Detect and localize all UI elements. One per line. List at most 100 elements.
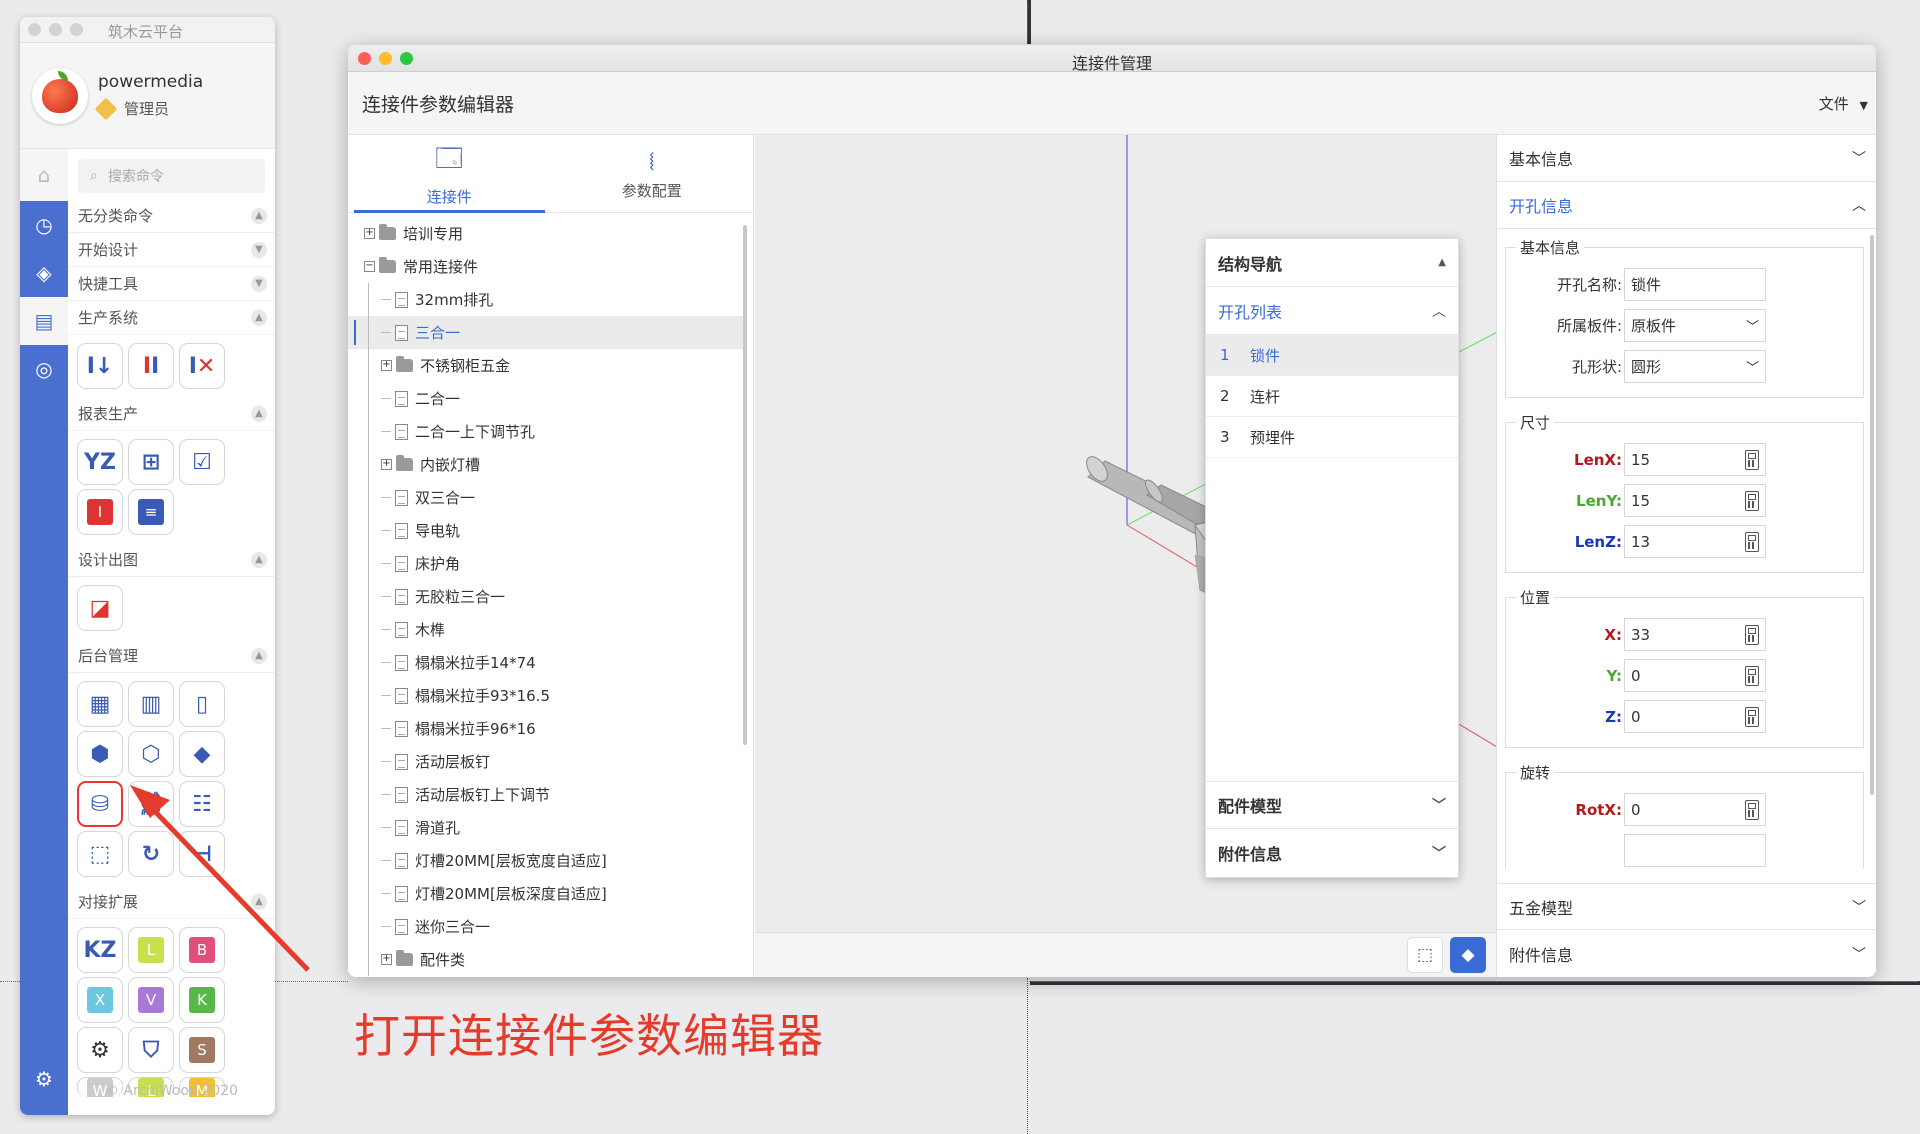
link-icon[interactable]: ⛓ [128, 781, 174, 827]
parts-model-header[interactable]: 配件模型 ﹀ [1206, 781, 1458, 829]
clock-icon[interactable]: ◷ [20, 201, 68, 249]
drawing-icon[interactable]: ◪ [77, 585, 123, 631]
tree-item[interactable]: 三合一 [348, 316, 743, 349]
tree-item[interactable]: 无胶粒三合一 [348, 580, 743, 613]
expand-icon[interactable]: + [381, 954, 392, 965]
pos-z-field[interactable]: 0 [1624, 700, 1766, 733]
calculator-icon[interactable] [1745, 490, 1759, 511]
door-icon[interactable]: ▯ [179, 681, 225, 727]
rotate-icon[interactable]: ↻ [128, 831, 174, 877]
property-scrollbar[interactable] [1870, 235, 1874, 795]
cube-icon[interactable]: ◈ [20, 249, 68, 297]
tree-item[interactable]: 活动层板钉上下调节 [348, 778, 743, 811]
tool-b-icon[interactable]: II [128, 343, 174, 389]
ext-x-button[interactable]: X [77, 977, 123, 1023]
tree-item[interactable]: 床护角 [348, 547, 743, 580]
tree-item[interactable]: 榻榻米拉手14*74 [348, 646, 743, 679]
connector-editor-button[interactable]: ⛁ [77, 781, 123, 827]
shape-select[interactable]: 圆形 ﹀ [1624, 350, 1766, 383]
tree-item[interactable]: 滑道孔 [348, 811, 743, 844]
tree-item[interactable]: − 常用连接件 [348, 250, 743, 283]
box-export-icon[interactable]: ⬚ [77, 831, 123, 877]
calculator-icon[interactable] [1745, 449, 1759, 470]
calculator-icon[interactable] [1745, 799, 1759, 820]
tree-item[interactable]: 榻榻米拉手96*16 [348, 712, 743, 745]
rotx-field[interactable]: 0 [1624, 793, 1766, 826]
production-icon[interactable]: ▤ [20, 297, 68, 345]
section-report[interactable]: 报表生产 ▲ [68, 397, 275, 431]
zoom-dot[interactable] [70, 23, 83, 36]
tree-item[interactable]: 榻榻米拉手93*16.5 [348, 679, 743, 712]
file-menu[interactable]: 文件 ▼ [1819, 93, 1868, 114]
calculator-icon[interactable] [1745, 706, 1759, 727]
attach-info-header-right[interactable]: 附件信息 ﹀ [1497, 930, 1876, 977]
ext-s-button[interactable]: S [179, 1027, 225, 1073]
hole-item[interactable]: 3 预埋件 [1206, 417, 1458, 458]
expand-icon[interactable]: + [381, 360, 392, 371]
layout-icon[interactable]: ▦ [77, 681, 123, 727]
tree-item[interactable]: 灯槽20MM[层板宽度自适应] [348, 844, 743, 877]
hole-info-header[interactable]: 开孔信息 ︿ [1497, 182, 1876, 229]
presentation-icon[interactable]: ⊞ [128, 439, 174, 485]
collapse-icon[interactable]: − [364, 261, 375, 272]
tool-c-icon[interactable]: I ✕ [179, 343, 225, 389]
ext-k-button[interactable]: K [179, 977, 225, 1023]
search-input[interactable]: ⌕ 搜索命令 [78, 159, 265, 193]
expand-icon[interactable]: + [364, 228, 375, 239]
lenx-field[interactable]: 15 [1624, 443, 1766, 476]
tree-item[interactable]: 32mm排孔 [348, 283, 743, 316]
hole-list-header[interactable]: 开孔列表 ︿ [1206, 287, 1458, 335]
tree-item[interactable]: 木榫 [348, 613, 743, 646]
yz-icon[interactable]: YZ [77, 439, 123, 485]
pos-y-field[interactable]: 0 [1624, 659, 1766, 692]
hardware-model-header[interactable]: 五金模型 ﹀ [1497, 883, 1876, 930]
ext-l-button[interactable]: L [128, 927, 174, 973]
basic-info-header[interactable]: 基本信息 ﹀ [1497, 135, 1876, 182]
shield-icon[interactable]: ⛉ [128, 1027, 174, 1073]
close-dot[interactable] [28, 23, 41, 36]
tree-item[interactable]: + 培训专用 [348, 217, 743, 250]
3d-viewport[interactable]: 结构导航 ▲ 开孔列表 ︿ 1 锁件 2 连杆 3 预埋件 配件模型 ﹀ 附件信息 ﹀ ⬚ ◆ [755, 135, 1507, 977]
tab-params[interactable]: ⧙ 参数配置 [551, 135, 754, 212]
next-field[interactable] [1624, 834, 1766, 867]
connect-icon[interactable]: ⊣ [179, 831, 225, 877]
tree-item[interactable]: + 不锈钢柜五金 [348, 349, 743, 382]
minimize-dot[interactable] [49, 23, 62, 36]
section-uncategorized[interactable]: 无分类命令 ▲ [68, 199, 275, 233]
hole-item[interactable]: 1 锁件 [1206, 335, 1458, 376]
checklist-icon[interactable]: ☑ [179, 439, 225, 485]
section-admin[interactable]: 后台管理 ▲ [68, 639, 275, 673]
section-drawing[interactable]: 设计出图 ▲ [68, 543, 275, 577]
tree-item[interactable]: 迷你三合一 [348, 910, 743, 943]
ext-v-button[interactable]: V [128, 977, 174, 1023]
shape-icon[interactable]: ◆ [179, 731, 225, 777]
lenz-field[interactable]: 13 [1624, 525, 1766, 558]
tool-a-icon[interactable]: I↓ [77, 343, 123, 389]
document-list-icon[interactable]: ≡ [128, 489, 174, 535]
board-select[interactable]: 原板件 ﹀ [1624, 309, 1766, 342]
calculator-icon[interactable] [1745, 665, 1759, 686]
tree-item[interactable]: 导电轨 [348, 514, 743, 547]
solid-view-button[interactable]: ◆ [1450, 937, 1486, 973]
tree-item[interactable]: + 配件类 [348, 943, 743, 976]
expand-icon[interactable]: + [381, 459, 392, 470]
attach-info-header[interactable]: 附件信息 ﹀ [1206, 829, 1458, 877]
settings-panel-icon[interactable]: ☷ [179, 781, 225, 827]
tab-connectors[interactable]: 🗔 连接件 [348, 135, 551, 213]
calculator-icon[interactable] [1745, 624, 1759, 645]
section-quick-tools[interactable]: 快捷工具 ▼ [68, 267, 275, 301]
section-start-design[interactable]: 开始设计 ▼ [68, 233, 275, 267]
boxes-icon[interactable]: ⬢ [77, 731, 123, 777]
cubes-icon[interactable]: ⬡ [128, 731, 174, 777]
section-extension[interactable]: 对接扩展 ▲ [68, 885, 275, 919]
tree-item[interactable]: 二合一上下调节孔 [348, 415, 743, 448]
tree-item[interactable]: + 内嵌灯槽 [348, 448, 743, 481]
tree-scrollbar[interactable] [743, 225, 747, 745]
circle-icon[interactable]: ◎ [20, 345, 68, 393]
tree-item[interactable]: 灯槽20MM[层板深度自适应] [348, 877, 743, 910]
avatar[interactable] [32, 67, 88, 124]
struct-nav-header[interactable]: 结构导航 ▲ [1206, 239, 1458, 287]
tree-item[interactable]: 二合一 [348, 382, 743, 415]
tree-item[interactable]: 双三合一 [348, 481, 743, 514]
home-icon[interactable]: ⌂ [20, 149, 68, 201]
